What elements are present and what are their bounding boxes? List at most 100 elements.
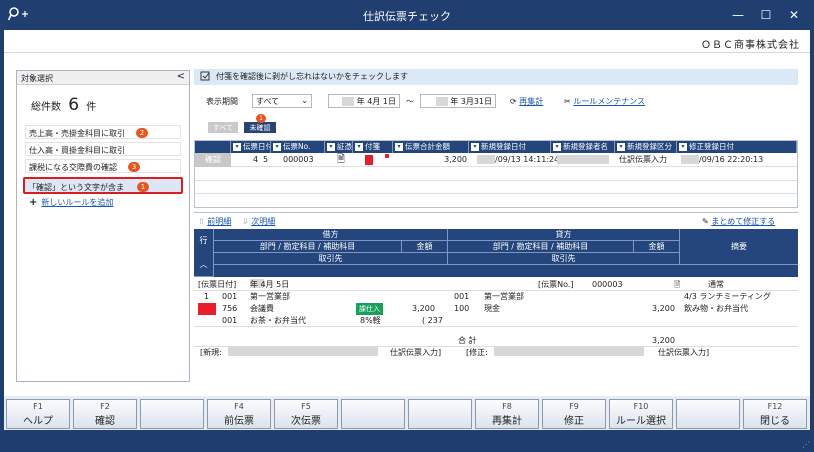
- grid-line: [195, 193, 797, 194]
- masked-text: [494, 347, 644, 356]
- count-badge: 1: [137, 182, 149, 192]
- rule-item[interactable]: 仕入高・買掛金科目に取引: [25, 142, 181, 156]
- debit-account-header: 部門 / 勘定科目 / 補助科目: [214, 241, 402, 253]
- grid-col-total[interactable]: ▾ 伝票合計金額: [393, 141, 469, 153]
- journal-line: 756 会議費 課仕入 3,200 100 現金 3,200 飲み物・お弁当代: [194, 303, 798, 315]
- period-select[interactable]: すべて ⌄: [252, 94, 312, 108]
- credit-account-code: 100: [454, 304, 470, 313]
- table-row[interactable]: 確認 4 5 000003 🗎 3,200 /09/13 14:11:24 仕訳…: [195, 153, 797, 167]
- voucher-date-value: 年 4月 5日: [250, 280, 290, 289]
- fkey-button[interactable]: F2 確認: [73, 399, 137, 429]
- masked-year: [342, 97, 355, 106]
- maintenance-label: ルールメンテナンス: [573, 97, 646, 106]
- fkey-label: 前伝票: [224, 416, 254, 427]
- add-rule-link[interactable]: + 新しいルールを追加: [29, 197, 189, 208]
- debit-partner-header: 取引先: [214, 253, 448, 265]
- prev-label: 前明細: [207, 217, 232, 226]
- rule-item-selected[interactable]: 「確認」という文字が含ま 1: [23, 177, 183, 194]
- grid-col-no[interactable]: ▾ 伝票No.: [271, 141, 325, 153]
- fkey-button[interactable]: [408, 399, 472, 429]
- close-button[interactable]: ✕: [782, 5, 806, 25]
- grid-col-date[interactable]: ▾ 伝票日付: [231, 141, 271, 153]
- fkey-button[interactable]: [676, 399, 740, 429]
- rule-item[interactable]: 売上高・売掛金科目に取引 2: [25, 125, 181, 139]
- row-created: /09/13 14:11:24: [477, 153, 559, 167]
- fkey-button[interactable]: F9 修正: [542, 399, 606, 429]
- masked-year: [435, 97, 448, 106]
- mod-kind: 仕訳伝票入力]: [658, 348, 710, 357]
- grid-col-creator[interactable]: ▾ 新規登録者名: [551, 141, 615, 153]
- grid-line: [195, 180, 797, 181]
- rule-maintenance-link[interactable]: ✂ ルールメンテナンス: [564, 96, 645, 107]
- collapse-icon[interactable]: <: [177, 71, 185, 82]
- row-voucher-no: 000003: [283, 155, 314, 164]
- prev-detail-link[interactable]: ⇧ 前明細: [198, 216, 231, 227]
- debit-amount: 3,200: [412, 304, 435, 313]
- masked-year: [477, 155, 495, 164]
- fkey-button[interactable]: [140, 399, 204, 429]
- tax-tag: 課仕入: [356, 303, 383, 315]
- maximize-button[interactable]: ☐: [754, 5, 778, 25]
- date-from-field[interactable]: 年 4月 1日: [328, 94, 400, 108]
- fkey-label: ルール選択: [616, 416, 666, 427]
- grid-col-created[interactable]: ▾ 新規登録日付: [469, 141, 551, 153]
- sticky-note-icon: [365, 155, 373, 165]
- col-label: 証憑: [337, 142, 352, 151]
- credit-header: 貸方: [448, 229, 680, 241]
- row-month: 4: [253, 155, 259, 164]
- collapse-up-icon[interactable]: ︿: [200, 260, 208, 269]
- row-total: 3,200: [444, 155, 467, 164]
- edit-all-link[interactable]: ✎ まとめて修正する: [702, 216, 775, 227]
- tools-icon: ✂: [564, 97, 571, 106]
- row-label: 行: [199, 236, 208, 245]
- total-count: 総件数 6 件: [17, 85, 189, 125]
- grid-col-evidence[interactable]: ▾ 証憑: [325, 141, 353, 153]
- fkey-button[interactable]: F8 再集計: [475, 399, 539, 429]
- recalc-label: 再集計: [519, 97, 544, 106]
- fkey-number: [342, 400, 404, 402]
- document-icon[interactable]: 🗎: [674, 279, 680, 291]
- row-created-kind: 仕訳伝票入力: [619, 155, 667, 164]
- credit-amount-header: 金額: [634, 241, 680, 253]
- total-label: 合 計: [458, 336, 477, 345]
- journal-line: 001 お茶・お弁当代 8%軽 ( 237: [194, 315, 798, 327]
- date-to-field[interactable]: 年 3月31日: [420, 94, 496, 108]
- grid-col-created-kind[interactable]: ▾ 新規登録区分: [615, 141, 677, 153]
- voucher-date-label: [伝票日付]: [198, 280, 237, 289]
- row-header: 行 ︿: [194, 229, 214, 277]
- fkey-button[interactable]: F4 前伝票: [207, 399, 271, 429]
- fkey-label: ヘルプ: [23, 416, 53, 427]
- document-icon[interactable]: 🗎: [337, 153, 345, 167]
- resize-grip-icon[interactable]: ⋰: [802, 440, 810, 449]
- window-title: 仕訳伝票チェック: [363, 10, 451, 23]
- rule-item[interactable]: 課税になる交際費の確認 3: [25, 159, 181, 173]
- masked-name: [557, 155, 609, 164]
- panel-title: 対象選択: [21, 74, 53, 83]
- fkey-button[interactable]: F5 次伝票: [274, 399, 338, 429]
- journal-line[interactable]: 1 001 第一営業部 001 第一営業部 4/3 ランチミーティング: [194, 291, 798, 303]
- down-arrow-icon: ⇩: [242, 217, 249, 226]
- rule-label: 仕入高・買掛金科目に取引: [29, 146, 125, 155]
- fkey-button[interactable]: [341, 399, 405, 429]
- sticky-corner-icon: [385, 154, 389, 158]
- fkey-button[interactable]: F1 ヘルプ: [6, 399, 70, 429]
- fkey-label: 修正: [564, 416, 584, 427]
- fkey-button[interactable]: F10 ルール選択: [609, 399, 673, 429]
- next-detail-link[interactable]: ⇩ 次明細: [242, 216, 275, 227]
- all-toggle[interactable]: すべて: [208, 122, 238, 133]
- recalc-link[interactable]: ⟳ 再集計: [510, 96, 543, 107]
- masked-year: [681, 155, 699, 164]
- dropdown-icon: ▾: [679, 143, 687, 151]
- grid-col-sticky[interactable]: ▾ 付箋: [353, 141, 393, 153]
- total-value: 3,200: [652, 336, 675, 345]
- fkey-number: F12: [767, 402, 783, 411]
- minimize-button[interactable]: —: [726, 5, 750, 25]
- grid-col-modified[interactable]: ▾ 修正登録日付: [677, 141, 797, 153]
- unconfirmed-toggle[interactable]: 1 未確認: [244, 114, 276, 133]
- fkey-number: F1: [33, 402, 43, 411]
- rule-label: 「確認」という文字が含ま: [28, 183, 124, 192]
- total-row: 合 計 3,200: [194, 335, 798, 347]
- fkey-button[interactable]: F12 閉じる: [743, 399, 807, 429]
- row-day: 5: [263, 155, 269, 164]
- credit-dept: 第一営業部: [484, 292, 524, 301]
